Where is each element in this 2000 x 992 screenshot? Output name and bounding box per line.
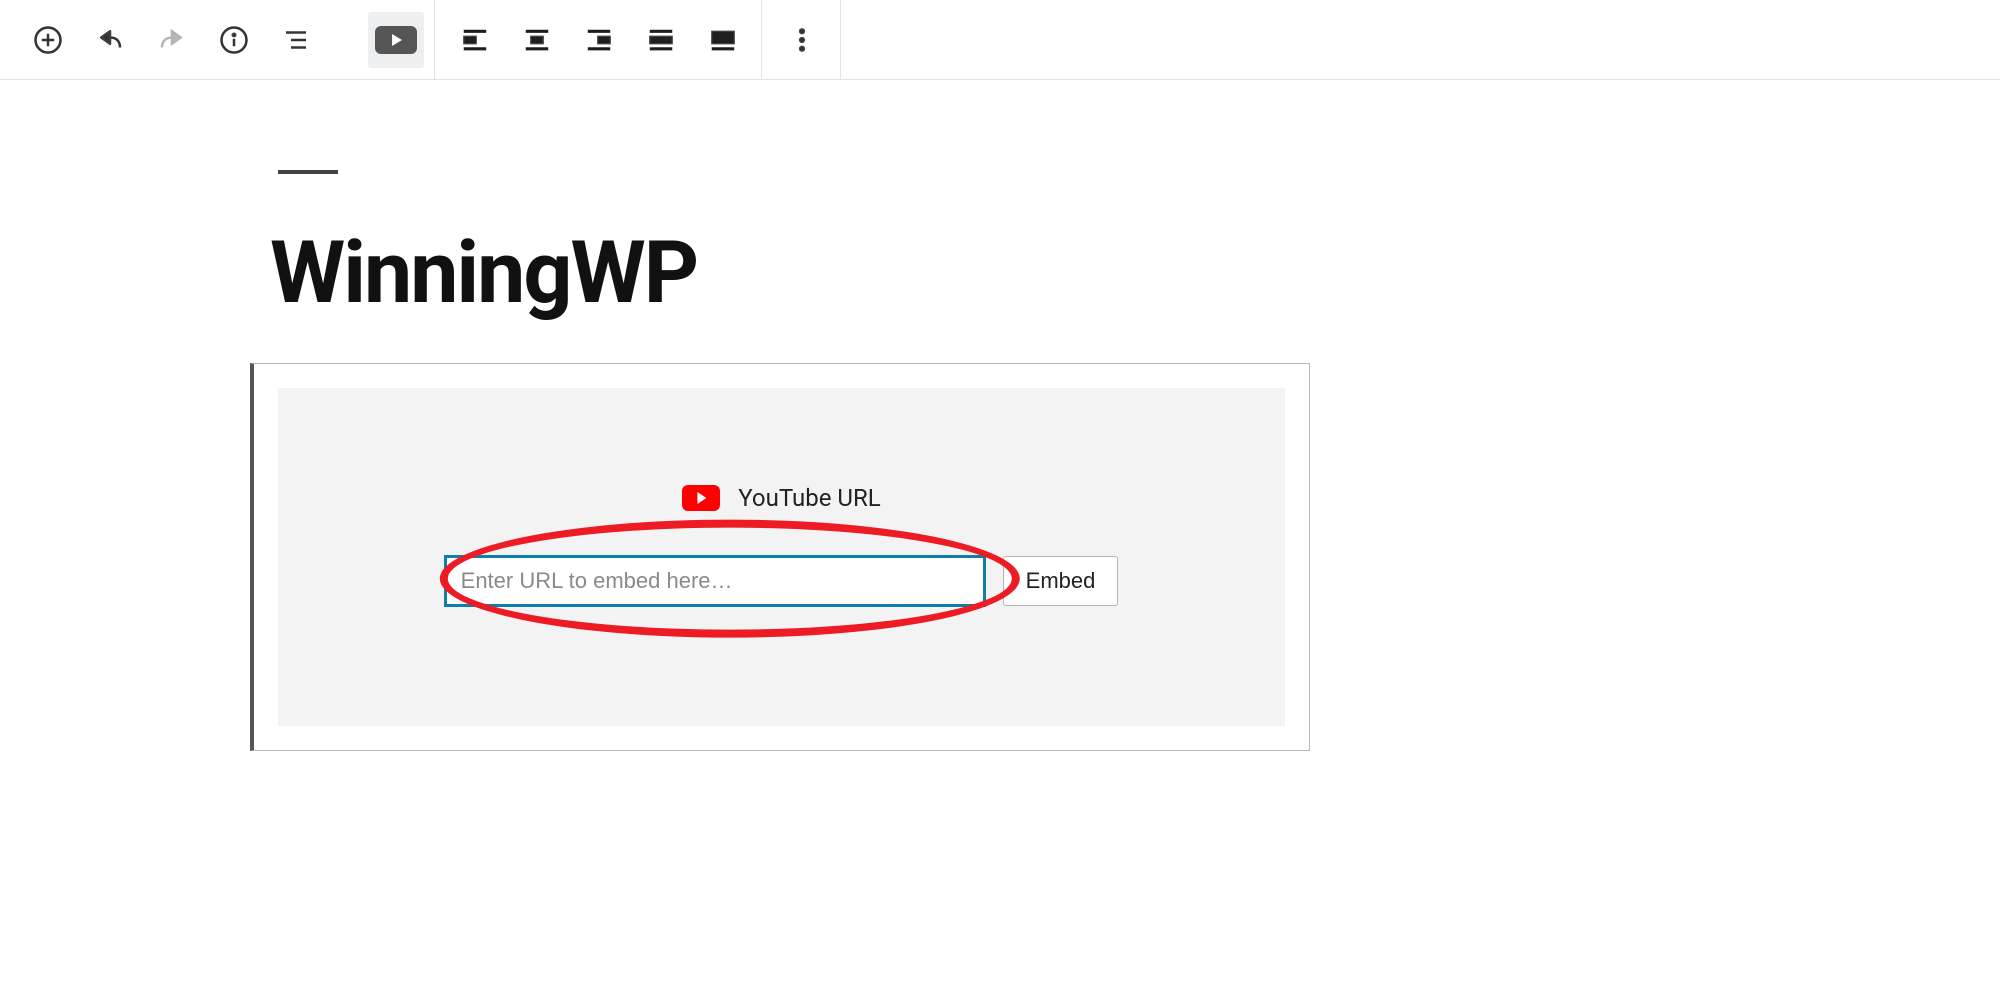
embed-placeholder: YouTube URL Embed xyxy=(278,388,1285,726)
embed-button[interactable]: Embed xyxy=(1003,556,1119,606)
info-button[interactable] xyxy=(206,12,262,68)
add-block-button[interactable] xyxy=(20,12,76,68)
list-outline-icon xyxy=(281,25,311,55)
align-center-button[interactable] xyxy=(509,12,565,68)
youtube-embed-block[interactable]: YouTube URL Embed xyxy=(250,363,1310,751)
editor-canvas: WinningWP YouTube URL Embed xyxy=(0,80,2000,751)
title-divider xyxy=(278,170,338,174)
align-right-icon xyxy=(584,25,614,55)
undo-button[interactable] xyxy=(82,12,138,68)
align-wide-button[interactable] xyxy=(633,12,689,68)
align-full-button[interactable] xyxy=(695,12,751,68)
redo-icon xyxy=(157,25,187,55)
toolbar-group-more xyxy=(764,0,841,80)
more-options-button[interactable] xyxy=(774,12,830,68)
youtube-icon xyxy=(682,485,720,511)
toolbar-group-block-type xyxy=(358,0,435,80)
align-right-button[interactable] xyxy=(571,12,627,68)
toolbar-group-align xyxy=(437,0,762,80)
align-center-icon xyxy=(522,25,552,55)
add-circle-icon xyxy=(33,25,63,55)
embed-label-row: YouTube URL xyxy=(318,484,1245,512)
more-vertical-icon xyxy=(787,25,817,55)
align-left-icon xyxy=(460,25,490,55)
undo-icon xyxy=(95,25,125,55)
embed-form: Embed xyxy=(318,556,1245,606)
outline-button[interactable] xyxy=(268,12,324,68)
align-left-button[interactable] xyxy=(447,12,503,68)
post-title[interactable]: WinningWP xyxy=(270,222,1310,323)
embed-label-text: YouTube URL xyxy=(738,484,880,512)
info-icon xyxy=(219,25,249,55)
editor-toolbar xyxy=(0,0,2000,80)
toolbar-group-document xyxy=(10,0,334,80)
youtube-icon xyxy=(375,26,417,54)
block-type-button[interactable] xyxy=(368,12,424,68)
align-wide-icon xyxy=(646,25,676,55)
embed-url-input[interactable] xyxy=(445,556,985,606)
post-content: WinningWP YouTube URL Embed xyxy=(250,170,1310,751)
redo-button[interactable] xyxy=(144,12,200,68)
align-full-icon xyxy=(708,25,738,55)
